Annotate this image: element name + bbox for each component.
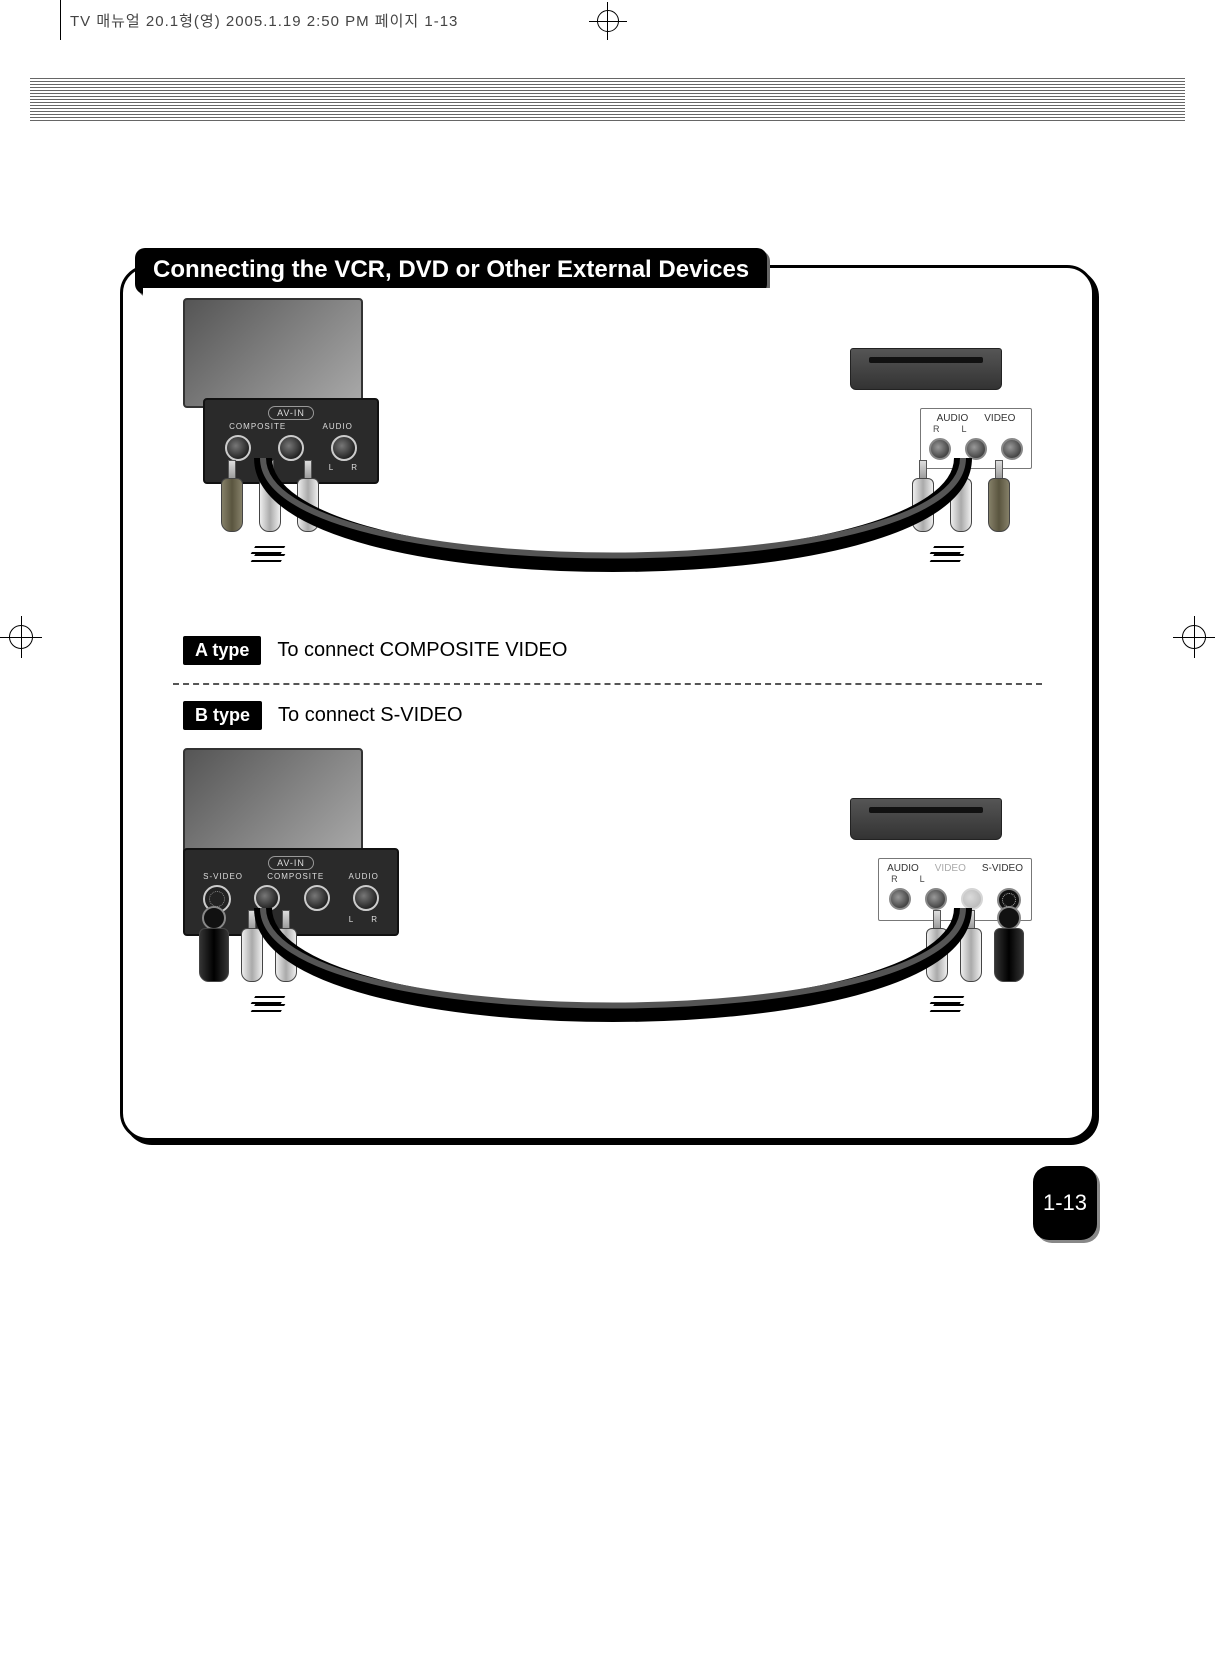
cable-break-mark: [253, 546, 283, 560]
frame-inner: AV-IN COMPOSITE AUDIO L R: [143, 288, 1072, 1118]
vcr-jack-video: [1001, 438, 1023, 460]
av-label-composite: COMPOSITE: [267, 872, 324, 881]
print-header: TV 매뉴얼 20.1형(영) 2005.1.19 2:50 PM 페이지 1-…: [0, 0, 1215, 40]
vcr-jack-audio-r: [889, 888, 911, 910]
vcr-audio-r: R: [891, 874, 898, 884]
vcr-icon: [850, 348, 1002, 390]
vcr-jack-audio-r: [929, 438, 951, 460]
cable-break-mark: [932, 546, 962, 560]
av-label-svideo: S-VIDEO: [203, 872, 243, 881]
registration-circle: [597, 10, 619, 32]
vcr-jack-video-unused: [961, 888, 983, 910]
av-label-audio: AUDIO: [349, 872, 379, 881]
vcr-col-audio: AUDIO: [937, 413, 969, 424]
page: TV 매뉴얼 20.1형(영) 2005.1.19 2:50 PM 페이지 1-…: [0, 0, 1215, 1660]
diagram-composite: AV-IN COMPOSITE AUDIO L R: [143, 288, 1072, 628]
type-b-desc: To connect S-VIDEO: [278, 704, 463, 727]
document-info: TV 매뉴얼 20.1형(영) 2005.1.19 2:50 PM 페이지 1-…: [70, 10, 458, 31]
cable-bundle: [203, 458, 1023, 618]
content-frame: Connecting the VCR, DVD or Other Externa…: [120, 265, 1095, 1141]
vcr-jack-audio-l: [965, 438, 987, 460]
page-number: 1-13: [1043, 1190, 1087, 1216]
vcr-audio-l: L: [962, 424, 967, 434]
vcr-jack-audio-l: [925, 888, 947, 910]
vcr-col-svideo: S-VIDEO: [982, 863, 1023, 874]
registration-mark-left: [4, 620, 38, 654]
type-a-desc: To connect COMPOSITE VIDEO: [277, 639, 567, 662]
vcr-audio-l: L: [920, 874, 925, 884]
type-a-badge: A type: [183, 636, 261, 665]
av-in-label: AV-IN: [268, 856, 314, 870]
av-label-audio: AUDIO: [322, 422, 352, 431]
crop-rule-left: [60, 0, 61, 40]
av-label-composite: COMPOSITE: [229, 422, 286, 431]
cable-bundle: [203, 908, 1023, 1068]
diagram-svideo: AV-IN S-VIDEO COMPOSITE AUDIO L R: [143, 738, 1072, 1078]
registration-mark-top: [593, 6, 623, 36]
vcr-icon: [850, 798, 1002, 840]
vcr-col-audio: AUDIO: [887, 863, 919, 874]
page-number-tab: 1-13: [1033, 1166, 1097, 1240]
type-b-row: B type To connect S-VIDEO: [183, 701, 1072, 730]
dashed-separator: [173, 683, 1042, 685]
type-a-row: A type To connect COMPOSITE VIDEO: [183, 636, 1072, 665]
decor-lines-band: [30, 78, 1185, 122]
av-in-label: AV-IN: [268, 406, 314, 420]
vcr-audio-r: R: [933, 424, 940, 434]
cable-break-mark: [932, 996, 962, 1010]
registration-mark-right: [1177, 620, 1211, 654]
vcr-col-video: VIDEO: [984, 413, 1015, 424]
vcr-col-video: VIDEO: [935, 863, 966, 874]
type-b-badge: B type: [183, 701, 262, 730]
cable-break-mark: [253, 996, 283, 1010]
